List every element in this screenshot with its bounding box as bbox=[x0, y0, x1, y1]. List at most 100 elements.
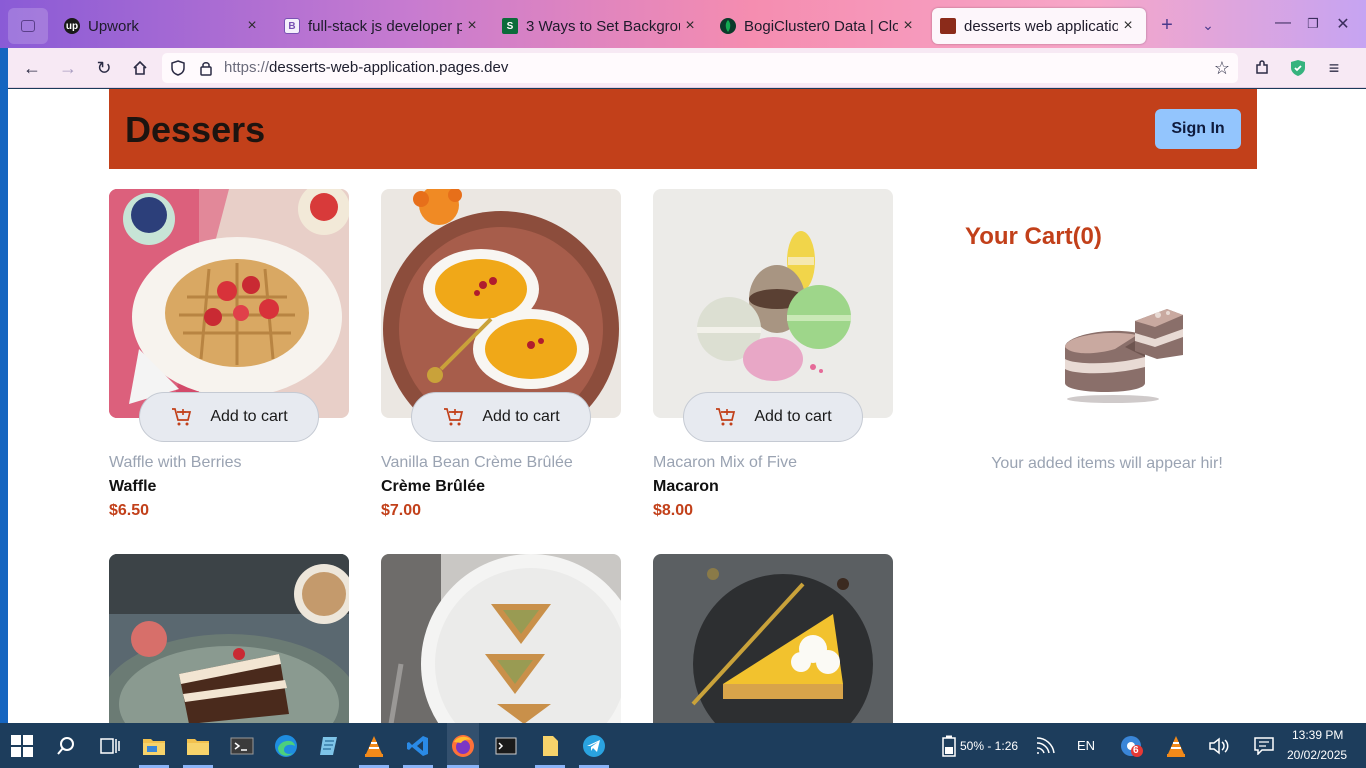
windows-taskbar: 50% - 1:26 EN 6 13:39 PM 20/02/2025 bbox=[0, 723, 1366, 768]
product-image-baklava[interactable] bbox=[381, 554, 621, 723]
address-bar[interactable]: https://desserts-web-application.pages.d… bbox=[162, 53, 1238, 83]
tab-backgrounds[interactable]: S 3 Ways to Set Backgrour × bbox=[494, 8, 708, 44]
language-indicator[interactable]: EN bbox=[1077, 738, 1095, 753]
mongodb-leaf-icon bbox=[720, 18, 736, 34]
documents-icon[interactable] bbox=[535, 731, 565, 761]
empty-cart-cake-icon bbox=[1045, 299, 1185, 409]
product-name: Crème Brûlée bbox=[381, 478, 486, 495]
product-category: Macaron Mix of Five bbox=[653, 454, 798, 471]
sign-in-button[interactable]: Sign In bbox=[1155, 109, 1241, 149]
terminal-icon[interactable] bbox=[227, 731, 257, 761]
telegram-icon[interactable] bbox=[579, 731, 609, 761]
minimize-icon[interactable]: — bbox=[1268, 14, 1298, 32]
close-tab-icon[interactable]: × bbox=[898, 17, 918, 35]
firefox-icon[interactable] bbox=[447, 723, 479, 768]
tab-fullstack[interactable]: B full-stack js developer po × bbox=[276, 8, 490, 44]
product-image-creme-brulee[interactable] bbox=[381, 189, 621, 418]
bookmark-star-icon[interactable]: ☆ bbox=[1210, 56, 1234, 80]
product-image-waffle[interactable] bbox=[109, 189, 349, 418]
battery-status[interactable]: 50% - 1:26 bbox=[960, 739, 1018, 753]
task-view-icon[interactable] bbox=[95, 731, 125, 761]
home-icon[interactable] bbox=[128, 56, 152, 80]
tab-upwork[interactable]: up Upwork × bbox=[56, 8, 270, 44]
cart-empty-message: Your added items will appear hir! bbox=[991, 455, 1223, 472]
tab-list-chevron-icon[interactable]: ⌄ bbox=[1196, 17, 1220, 34]
edge-browser-icon[interactable] bbox=[271, 731, 301, 761]
product-card-tiramisu bbox=[109, 554, 349, 723]
tab-overview-icon bbox=[21, 20, 35, 32]
add-to-cart-label: Add to cart bbox=[482, 408, 560, 425]
product-image-pie[interactable] bbox=[653, 554, 893, 723]
action-center-icon[interactable] bbox=[1249, 731, 1279, 761]
product-image-tiramisu[interactable] bbox=[109, 554, 349, 723]
product-price: $8.00 bbox=[653, 502, 694, 519]
menu-hamburger-icon[interactable]: ≡ bbox=[1322, 56, 1346, 80]
clock-date[interactable]: 20/02/2025 bbox=[1287, 748, 1347, 762]
new-tab-icon[interactable]: + bbox=[1155, 14, 1179, 37]
tab-title: BogiCluster0 Data | Clou bbox=[744, 17, 898, 35]
bootstrap-icon: B bbox=[284, 18, 300, 34]
url-scheme: https:// bbox=[224, 59, 270, 76]
console-icon[interactable] bbox=[491, 731, 521, 761]
cart-title: Your Cart(0) bbox=[965, 223, 1102, 250]
add-to-cart-icon bbox=[716, 408, 736, 426]
tab-overview-button[interactable] bbox=[8, 8, 48, 44]
s-icon: S bbox=[502, 18, 518, 34]
product-price: $6.50 bbox=[109, 502, 150, 519]
product-card-waffle: Add to cart Waffle with Berries Waffle $… bbox=[109, 189, 349, 529]
add-to-cart-label: Add to cart bbox=[754, 408, 832, 425]
product-card-pie bbox=[653, 554, 893, 723]
forward-arrow-icon[interactable]: → bbox=[56, 56, 80, 80]
restore-icon[interactable]: ❐ bbox=[1298, 16, 1328, 32]
product-category: Waffle with Berries bbox=[109, 454, 242, 471]
product-name: Waffle bbox=[109, 478, 157, 495]
close-tab-icon[interactable]: × bbox=[462, 17, 482, 35]
extensions-icon[interactable] bbox=[1250, 56, 1274, 80]
folder-icon[interactable] bbox=[183, 731, 213, 761]
tab-title: desserts web application bbox=[964, 17, 1118, 35]
search-icon[interactable] bbox=[51, 731, 81, 761]
tab-mongodb[interactable]: BogiCluster0 Data | Clou × bbox=[712, 8, 926, 44]
clock-time[interactable]: 13:39 PM bbox=[1292, 728, 1343, 742]
windows-start-icon[interactable] bbox=[7, 731, 37, 761]
vlc-tray-icon[interactable] bbox=[1161, 731, 1191, 761]
site-logo[interactable]: Dessers bbox=[125, 109, 265, 151]
reload-icon[interactable]: ↻ bbox=[92, 56, 116, 80]
product-card-creme-brulee: Add to cart Vanilla Bean Crème Brûlée Cr… bbox=[381, 189, 621, 529]
back-arrow-icon[interactable]: ← bbox=[20, 56, 44, 80]
vscode-icon[interactable] bbox=[403, 731, 433, 761]
chrome-notification-icon[interactable]: 6 bbox=[1117, 731, 1147, 761]
add-to-cart-button[interactable]: Add to cart bbox=[139, 392, 319, 442]
tab-title: full-stack js developer po bbox=[308, 17, 462, 35]
add-to-cart-button[interactable]: Add to cart bbox=[411, 392, 591, 442]
vlc-cone-icon[interactable] bbox=[359, 731, 389, 761]
product-card-macaron: Add to cart Macaron Mix of Five Macaron … bbox=[653, 189, 893, 529]
notification-badge: 6 bbox=[1133, 745, 1139, 756]
adblock-shield-icon[interactable] bbox=[1286, 56, 1310, 80]
product-category: Vanilla Bean Crème Brûlée bbox=[381, 454, 573, 471]
product-image-macaron[interactable] bbox=[653, 189, 893, 418]
volume-icon[interactable] bbox=[1204, 731, 1234, 761]
product-name: Macaron bbox=[653, 478, 719, 495]
url-host: desserts-web-application.pages.dev bbox=[269, 59, 509, 76]
shield-icon[interactable] bbox=[166, 56, 190, 80]
wifi-icon[interactable] bbox=[1030, 731, 1060, 761]
desktop-screen: up Upwork × B full-stack js developer po… bbox=[0, 0, 1366, 768]
url-text[interactable]: https://desserts-web-application.pages.d… bbox=[224, 59, 508, 76]
product-price: $7.00 bbox=[381, 502, 422, 519]
file-explorer-icon[interactable] bbox=[139, 731, 169, 761]
tab-desserts[interactable]: desserts web application × bbox=[932, 8, 1146, 44]
close-tab-icon[interactable]: × bbox=[680, 17, 700, 35]
add-to-cart-icon bbox=[444, 408, 464, 426]
close-window-icon[interactable]: ✕ bbox=[1328, 14, 1358, 34]
desserts-favicon bbox=[940, 18, 956, 34]
window-edge bbox=[0, 48, 8, 723]
close-tab-icon[interactable]: × bbox=[1118, 17, 1138, 35]
page-viewport: Dessers Sign In Add to cart Waffle with … bbox=[8, 89, 1366, 723]
site-header: Dessers Sign In bbox=[109, 89, 1257, 169]
add-to-cart-label: Add to cart bbox=[210, 408, 288, 425]
lock-icon[interactable] bbox=[194, 56, 218, 80]
close-tab-icon[interactable]: × bbox=[242, 17, 262, 35]
add-to-cart-button[interactable]: Add to cart bbox=[683, 392, 863, 442]
notes-app-icon[interactable] bbox=[315, 731, 345, 761]
